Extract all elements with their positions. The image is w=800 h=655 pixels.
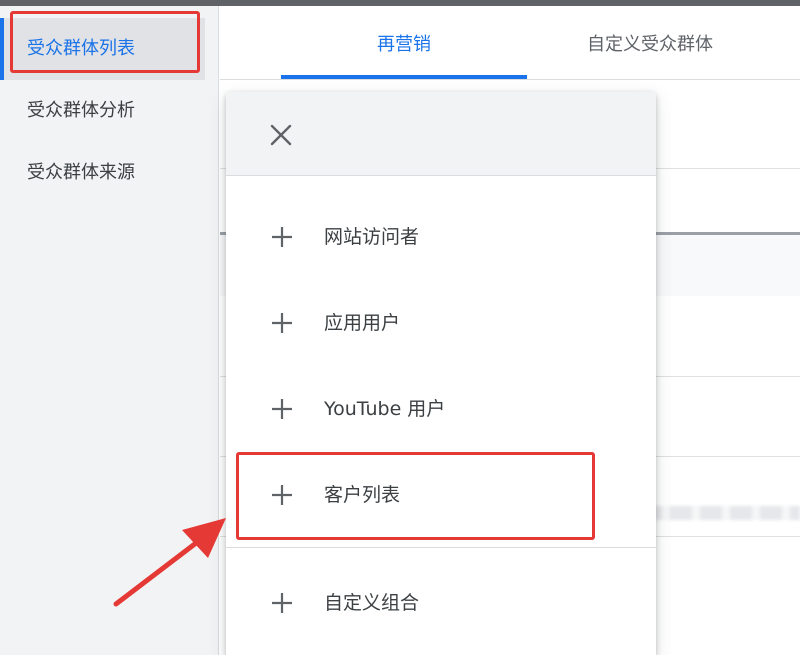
plus-icon — [272, 227, 292, 247]
menu-item-website-visitors[interactable]: 网站访问者 — [226, 194, 656, 280]
tab-label: 再营销 — [377, 34, 431, 55]
tab-bar: 再营销 自定义受众群体 — [220, 6, 800, 80]
sidebar-item-label: 受众群体分析 — [27, 100, 135, 121]
menu-item-app-users[interactable]: 应用用户 — [226, 280, 656, 366]
tab-label: 自定义受众群体 — [587, 34, 713, 55]
tab-active-indicator — [281, 75, 527, 79]
new-audience-menu: 网站访问者 应用用户 YouTube 用户 客户列表 自定义组合 — [226, 92, 656, 655]
blurred-text — [640, 506, 800, 520]
close-icon[interactable] — [268, 122, 294, 148]
menu-item-label: YouTube 用户 — [324, 398, 446, 420]
menu-item-label: 应用用户 — [324, 312, 401, 334]
plus-icon — [272, 399, 292, 419]
plus-icon — [272, 593, 292, 613]
annotation-highlight-box — [10, 11, 200, 73]
sidebar-item-audience-sources[interactable]: 受众群体来源 — [0, 142, 219, 204]
menu-item-youtube-users[interactable]: YouTube 用户 — [226, 366, 656, 452]
menu-item-custom-combination[interactable]: 自定义组合 — [226, 560, 656, 646]
menu-item-label: 网站访问者 — [324, 226, 420, 248]
tab-custom-audiences[interactable]: 自定义受众群体 — [527, 6, 773, 80]
menu-divider — [226, 547, 656, 548]
sidebar-item-label: 受众群体来源 — [27, 162, 135, 183]
tab-remarketing[interactable]: 再营销 — [281, 6, 527, 80]
sidebar-item-audience-insights[interactable]: 受众群体分析 — [0, 80, 219, 142]
annotation-highlight-box — [236, 452, 595, 540]
menu-item-label: 自定义组合 — [324, 592, 420, 614]
menu-header — [226, 92, 656, 176]
annotation-arrow-icon — [113, 518, 226, 607]
plus-icon — [272, 313, 292, 333]
